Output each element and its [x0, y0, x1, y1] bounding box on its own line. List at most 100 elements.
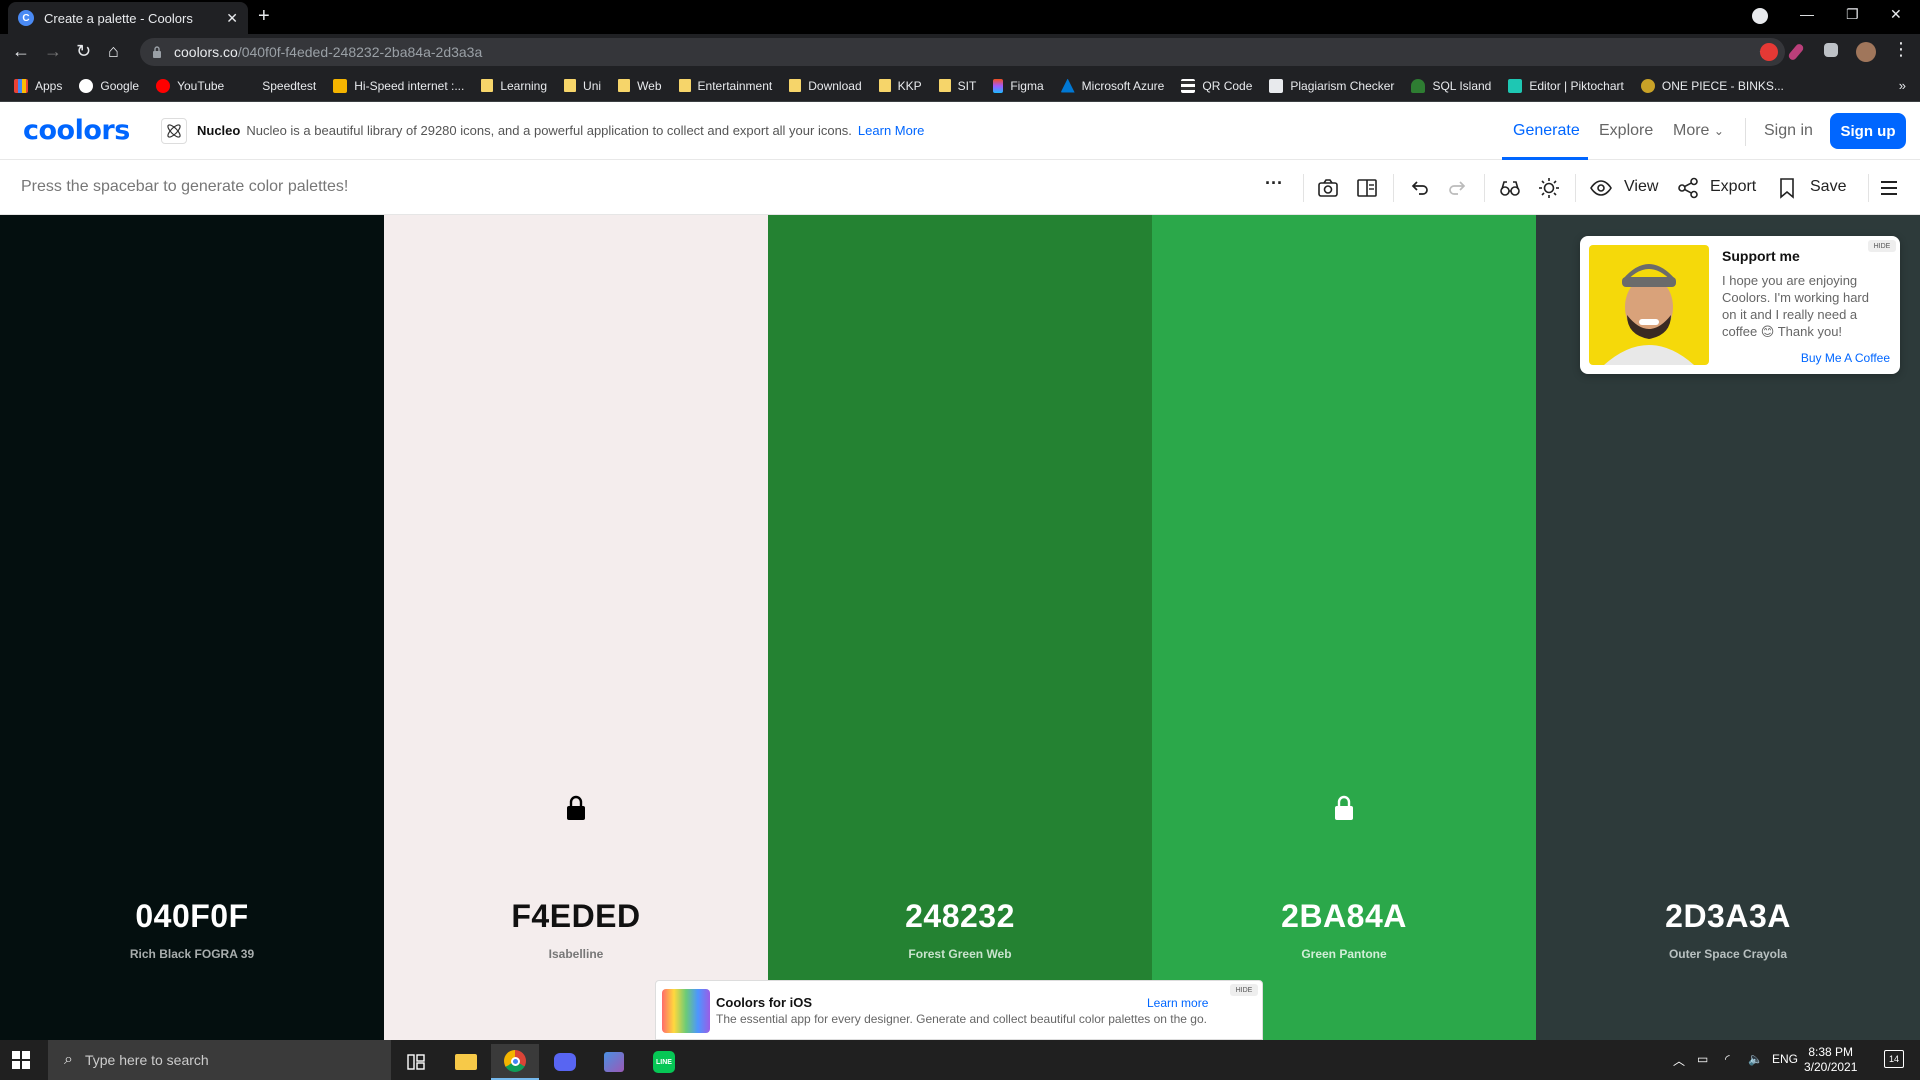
camera-icon[interactable]: [1317, 177, 1339, 199]
language-indicator[interactable]: ENG: [1772, 1052, 1798, 1066]
signup-button[interactable]: Sign up: [1830, 113, 1906, 149]
task-view-icon[interactable]: [392, 1044, 440, 1080]
notification-center-icon[interactable]: 14: [1884, 1050, 1904, 1068]
bookmark-icon[interactable]: [1776, 177, 1798, 199]
forward-icon[interactable]: →: [44, 42, 62, 60]
bookmark-kkp[interactable]: KKP: [878, 79, 922, 93]
bookmark-sit[interactable]: SIT: [938, 79, 976, 93]
azure-icon: [1060, 78, 1075, 93]
save-button[interactable]: Save: [1810, 178, 1846, 196]
home-icon[interactable]: ⌂: [108, 42, 119, 60]
swatch-color-name: Isabelline: [548, 947, 604, 961]
volume-icon[interactable]: 🔈: [1748, 1052, 1763, 1066]
swatch-hex[interactable]: F4EDED: [384, 898, 768, 935]
minimize-icon[interactable]: —: [1800, 6, 1814, 22]
file-explorer-icon[interactable]: [442, 1044, 490, 1080]
browser-tab[interactable]: C Create a palette - Coolors ✕: [8, 2, 248, 34]
color-swatch[interactable]: F4EDED Isabelline: [384, 215, 768, 1040]
chrome-menu-icon[interactable]: ⋮: [1892, 40, 1910, 58]
restore-icon[interactable]: ❐: [1846, 6, 1859, 23]
address-bar[interactable]: coolors.co/040f0f-f4eded-248232-2ba84a-2…: [140, 38, 1785, 66]
buy-me-a-coffee-link[interactable]: Buy Me A Coffee: [1801, 351, 1890, 365]
swatch-hex[interactable]: 040F0F: [0, 898, 384, 935]
folder-icon: [789, 79, 802, 92]
lock-icon[interactable]: [1333, 795, 1355, 821]
coolors-logo[interactable]: coolors: [23, 115, 130, 146]
bookmarks-bar: Apps Google YouTube Speedtest Hi-Speed i…: [0, 70, 1920, 102]
ios-learn-more-link[interactable]: Learn more: [1147, 996, 1208, 1010]
extensions-puzzle-icon[interactable]: [1824, 43, 1838, 57]
bookmark-youtube[interactable]: YouTube: [156, 78, 224, 93]
ad-learn-more-link[interactable]: Learn More: [858, 123, 924, 138]
color-swatch[interactable]: 248232 Forest Green Web: [768, 215, 1152, 1040]
profile-avatar-icon[interactable]: [1856, 42, 1876, 62]
bookmark-learning[interactable]: Learning: [481, 79, 547, 93]
swatch-color-name: Green Pantone: [1301, 947, 1387, 961]
secure-lock-icon: [153, 46, 161, 58]
bookmark-google[interactable]: Google: [79, 78, 139, 93]
bookmark-web[interactable]: Web: [618, 79, 662, 93]
swatch-hex[interactable]: 248232: [768, 898, 1152, 935]
extension-adblock-icon[interactable]: [1760, 43, 1778, 61]
taskbar-clock[interactable]: 8:38 PM 3/20/2021: [1804, 1045, 1857, 1075]
new-tab-icon[interactable]: +: [258, 6, 270, 26]
bookmark-uni[interactable]: Uni: [564, 79, 601, 93]
bookmark-sqlisland[interactable]: SQL Island: [1411, 78, 1491, 93]
tab-search-icon[interactable]: [1752, 8, 1768, 24]
nav-explore[interactable]: Explore: [1599, 122, 1653, 140]
island-icon: [1411, 78, 1426, 93]
bookmark-hispeed[interactable]: Hi-Speed internet :...: [333, 78, 464, 93]
redo-icon[interactable]: [1447, 177, 1469, 199]
bookmark-azure[interactable]: Microsoft Azure: [1060, 78, 1164, 93]
reload-icon[interactable]: ↻: [76, 42, 91, 60]
swatch-hex[interactable]: 2D3A3A: [1536, 898, 1920, 935]
hamburger-menu-icon[interactable]: [1878, 177, 1900, 199]
share-icon[interactable]: [1677, 177, 1699, 199]
close-window-icon[interactable]: ✕: [1890, 6, 1902, 23]
bookmark-speedtest[interactable]: Speedtest: [241, 79, 316, 93]
undo-icon[interactable]: [1408, 177, 1430, 199]
hide-ios-banner-button[interactable]: HIDE: [1230, 984, 1258, 996]
wifi-icon[interactable]: ◜: [1725, 1052, 1730, 1066]
tray-overflow-icon[interactable]: ︿: [1673, 1052, 1685, 1069]
more-options-icon[interactable]: ···: [1265, 173, 1283, 194]
nav-signin[interactable]: Sign in: [1764, 122, 1813, 140]
bookmark-qrcode[interactable]: QR Code: [1181, 78, 1252, 93]
taskbar-search-box[interactable]: ⌕ Type here to search: [48, 1040, 391, 1080]
view-button[interactable]: View: [1624, 178, 1658, 196]
network-app-icon[interactable]: [590, 1044, 638, 1080]
taskbar-search-placeholder: Type here to search: [84, 1052, 209, 1068]
color-swatch[interactable]: 040F0F Rich Black FOGRA 39: [0, 215, 384, 1040]
windows-taskbar: ⌕ Type here to search LINE ︿ ▭ ◜ 🔈 ENG 8…: [0, 1040, 1920, 1080]
brightness-icon[interactable]: [1538, 177, 1560, 199]
bookmark-figma[interactable]: Figma: [993, 78, 1044, 93]
windows-start-icon[interactable]: [12, 1051, 30, 1069]
bookmark-apps[interactable]: Apps: [14, 78, 62, 93]
lock-icon[interactable]: [565, 795, 587, 821]
bookmark-download[interactable]: Download: [789, 79, 862, 93]
color-swatch[interactable]: 2BA84A Green Pantone: [1152, 215, 1536, 1040]
split-view-icon[interactable]: [1356, 177, 1378, 199]
back-icon[interactable]: ←: [12, 42, 30, 60]
battery-icon[interactable]: ▭: [1697, 1052, 1708, 1066]
close-tab-icon[interactable]: ✕: [226, 10, 238, 27]
bookmarks-overflow-icon[interactable]: »: [1899, 78, 1906, 93]
nav-more[interactable]: More ⌄: [1673, 122, 1724, 140]
bookmark-onepiece[interactable]: ONE PIECE - BINKS...: [1640, 78, 1784, 93]
glasses-icon[interactable]: [1499, 177, 1521, 199]
line-app-icon[interactable]: LINE: [640, 1044, 688, 1080]
eye-icon[interactable]: [1590, 177, 1612, 199]
bookmark-plagiarism[interactable]: Plagiarism Checker: [1269, 78, 1394, 93]
export-button[interactable]: Export: [1710, 178, 1756, 196]
bookmark-piktochart[interactable]: Editor | Piktochart: [1508, 78, 1624, 93]
nucleo-atom-icon[interactable]: [161, 118, 187, 144]
discord-icon[interactable]: [541, 1044, 589, 1080]
piktochart-icon: [1508, 78, 1523, 93]
extension-pen-icon[interactable]: [1787, 42, 1805, 62]
apps-grid-icon: [14, 78, 28, 93]
nav-generate[interactable]: Generate: [1513, 122, 1580, 140]
chrome-taskbar-icon[interactable]: [491, 1044, 539, 1080]
bookmark-entertainment[interactable]: Entertainment: [678, 79, 772, 93]
hide-support-button[interactable]: HIDE: [1868, 240, 1896, 252]
swatch-hex[interactable]: 2BA84A: [1152, 898, 1536, 935]
